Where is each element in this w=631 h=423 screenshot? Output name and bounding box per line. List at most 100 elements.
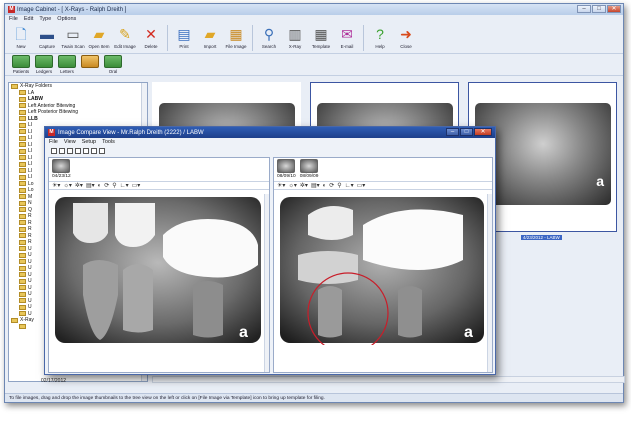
new-button[interactable]: 🗋 New [9, 25, 33, 49]
compare-close-button[interactable]: ✕ [474, 128, 492, 136]
zoom-icon[interactable]: ⚲ [112, 182, 116, 189]
compare-menu-tools[interactable]: Tools [102, 139, 115, 145]
invert-icon[interactable]: ◐ [323, 183, 327, 189]
folder-icon [19, 116, 26, 122]
module-button-oral[interactable]: Oral [103, 55, 123, 74]
compare-maximize-button[interactable]: □ [460, 128, 473, 136]
capture-button[interactable]: ▬ Capture [35, 25, 59, 49]
layout-single-icon[interactable] [51, 147, 57, 154]
print-button[interactable]: ▤ Print [172, 25, 196, 49]
menu-edit[interactable]: Edit [24, 16, 33, 22]
folder-icon [19, 194, 26, 200]
image-badge: a [596, 173, 604, 189]
folder-icon [19, 90, 26, 96]
rotate-icon[interactable]: ⟳ [329, 182, 334, 189]
folder-icon [19, 298, 26, 304]
folder-icon [19, 324, 26, 330]
compare-menu-view[interactable]: View [64, 139, 76, 145]
toolbar-button-label: Close [400, 44, 412, 49]
module-icon [81, 55, 99, 68]
toolbar-button-label: Open Item [88, 44, 110, 49]
brightness-icon[interactable]: ☀▾ [52, 182, 60, 189]
folder-icon [19, 161, 26, 167]
measure-icon[interactable]: ▭▾ [132, 182, 141, 189]
title-bar[interactable]: M Image Cabinet - [ X-Rays - Ralph Dreit… [5, 4, 623, 15]
tools-icon[interactable] [99, 147, 105, 154]
module-button-letters[interactable]: Letters [57, 55, 77, 74]
contrast-icon[interactable]: ☼▾ [288, 182, 297, 189]
layout-dual-icon[interactable] [59, 147, 65, 154]
template-button[interactable]: ▦ Template [309, 25, 333, 49]
xray-left-graphic: a [54, 197, 261, 343]
compare-minimize-button[interactable]: – [446, 128, 459, 136]
right-thumbnail[interactable]: 08/09/10 [277, 159, 296, 180]
edit-image-button[interactable]: ✎ Edit Image [113, 25, 137, 49]
folder-icon [19, 109, 26, 115]
folder-icon [19, 304, 26, 310]
compare-menu-file[interactable]: File [49, 139, 58, 145]
pin-icon[interactable] [91, 147, 97, 154]
close-button[interactable]: ➜ Close [394, 25, 418, 49]
tree-item-label: R [28, 219, 32, 226]
minimize-button[interactable]: – [577, 5, 591, 13]
angle-icon[interactable]: ∟▾ [345, 182, 354, 189]
tree-item-label: U [28, 304, 32, 311]
menu-type[interactable]: Type [39, 16, 51, 22]
folder-icon [19, 233, 26, 239]
sharpen-icon[interactable]: ✲▾ [300, 182, 308, 189]
toolbar-button-label: E-mail [340, 44, 354, 49]
twain-scan-button[interactable]: ▭ Twain Scan [61, 25, 85, 49]
right-thumbnail[interactable]: 08/09/09 [300, 159, 318, 180]
open-item-button[interactable]: ▰ Open Item [87, 25, 111, 49]
filmstrip-icon[interactable] [83, 147, 89, 154]
left-thumbnail[interactable]: 04/23/12 [52, 159, 71, 180]
file-image-icon: ▦ [229, 26, 243, 42]
file-image-button[interactable]: ▦ File Image [224, 25, 248, 49]
delete-button[interactable]: ✕ Delete [139, 25, 163, 49]
module-button-ledgers[interactable]: Ledgers [34, 55, 54, 74]
tree-item-label: Left Posterior Bitewing [28, 109, 79, 116]
folder-icon [11, 83, 18, 89]
left-xray-image[interactable]: a [52, 195, 263, 369]
tree-item-label: LI [28, 174, 33, 181]
tree-item-label: U [28, 258, 32, 265]
invert-icon[interactable]: ◐ [98, 183, 102, 189]
folder-icon [19, 311, 26, 317]
toolbar-button-label: Delete [144, 44, 158, 49]
layout-grid-icon[interactable] [75, 147, 81, 154]
folder-icon [19, 207, 26, 213]
left-pane-scrollbar[interactable] [264, 194, 269, 372]
help-button[interactable]: ? Help [368, 25, 392, 49]
module-button-patients[interactable]: Patients [11, 55, 31, 74]
close-window-button[interactable]: ✕ [607, 5, 621, 13]
import-button[interactable]: ▰ Import [198, 25, 222, 49]
brightness-icon[interactable]: ☀▾ [277, 182, 285, 189]
e-mail-button[interactable]: ✉ E-mail [335, 25, 359, 49]
gallery-scrollbar[interactable] [152, 376, 625, 383]
folder-icon [19, 259, 26, 265]
rotate-icon[interactable]: ⟳ [104, 182, 109, 189]
zoom-icon[interactable]: ⚲ [337, 182, 341, 189]
x-ray-button[interactable]: ▥ X-Ray [283, 25, 307, 49]
menu-options[interactable]: Options [57, 16, 76, 22]
window-controls: – □ ✕ [577, 5, 621, 13]
right-xray-image[interactable]: a [277, 195, 486, 369]
exit-icon: ➜ [400, 26, 412, 42]
measure-icon[interactable]: ▭▾ [357, 182, 366, 189]
angle-icon[interactable]: ∟▾ [120, 182, 129, 189]
layout-quad-icon[interactable] [67, 147, 73, 154]
compare-menu-setup[interactable]: Setup [82, 139, 96, 145]
right-pane-scrollbar[interactable] [487, 194, 492, 372]
compare-title-bar[interactable]: M Image Compare View - Mr.Ralph Dreith (… [45, 127, 495, 138]
search-button[interactable]: ⚲ Search [257, 25, 281, 49]
filter-icon[interactable]: ▤▾ [86, 182, 95, 189]
contrast-icon[interactable]: ☼▾ [63, 182, 72, 189]
sharpen-icon[interactable]: ✲▾ [75, 182, 83, 189]
folder-icon [19, 168, 26, 174]
tree-item-label: U [28, 245, 32, 252]
module-button-xrays[interactable] [80, 55, 100, 69]
menu-file[interactable]: File [9, 16, 18, 22]
maximize-button[interactable]: □ [592, 5, 606, 13]
tree-item-label: X-Ray [20, 317, 34, 324]
filter-icon[interactable]: ▤▾ [311, 182, 320, 189]
